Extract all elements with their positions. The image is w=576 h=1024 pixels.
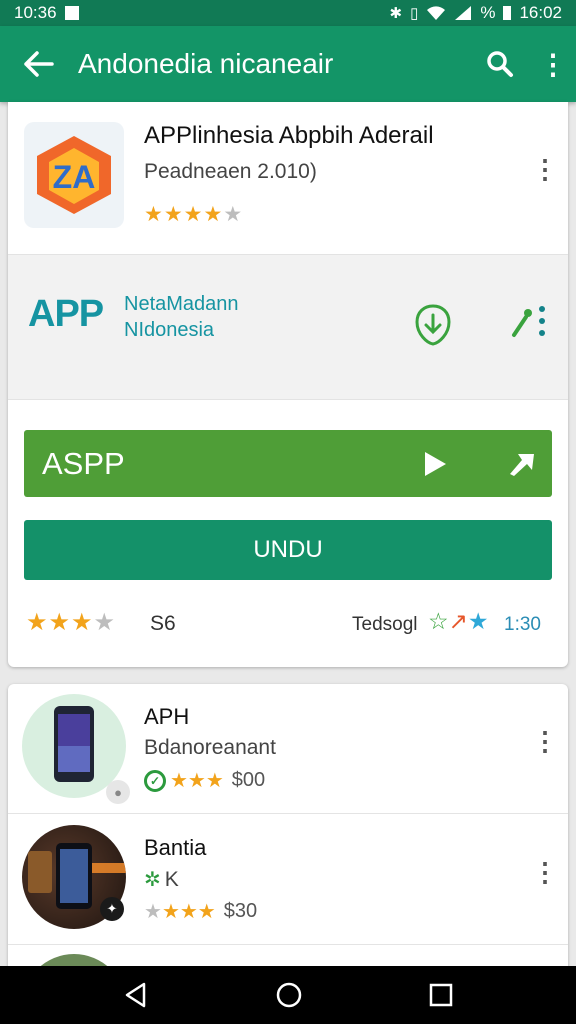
bluetooth-icon: ✱ [389, 5, 403, 22]
thumbnail-badge: ● [106, 780, 130, 804]
download-button[interactable]: UNDU [24, 520, 552, 580]
thumbnail-badge: ✦ [100, 897, 124, 921]
app-logo-icon: ZA [37, 136, 111, 214]
app-icon: ZA [24, 122, 124, 228]
status-time: 10:36 [14, 3, 57, 22]
search-icon [487, 51, 513, 77]
download-button-label: UNDU [253, 536, 323, 563]
search-button[interactable] [470, 26, 530, 102]
play-button[interactable]: ASPP [24, 430, 552, 497]
wifi-icon [427, 6, 446, 20]
more-vert-icon: ⋮ [539, 48, 567, 80]
signal-icon [455, 6, 472, 20]
status-clock: 16:02 [519, 3, 562, 22]
app-subtitle: Peadneaen 2.010) [144, 160, 317, 183]
list-item-subtitle: K [164, 867, 179, 891]
list-item-title: Bantia [144, 835, 207, 860]
more-button[interactable]: ⋮ [530, 26, 576, 102]
back-nav-icon[interactable] [122, 981, 150, 1009]
svg-text:ZA: ZA [53, 159, 96, 195]
app-banner[interactable]: APP NetaMadann NIdonesia [8, 254, 568, 400]
share-icon[interactable] [508, 301, 548, 341]
download-shield-icon[interactable] [412, 303, 454, 347]
list-item-more-button[interactable]: ⋮ [532, 857, 558, 888]
battery-icon [503, 6, 512, 20]
list-item-subtitle-row: ✲ K [144, 867, 179, 892]
app-title: APPlinhesia Abpbih Aderail [144, 122, 434, 149]
play-button-label: ASPP [42, 446, 125, 481]
rating-stars: ★★★★ [26, 609, 117, 636]
rating-row: ★★★★ S6 Tedsogl ☆↗★ 1:30 [8, 602, 568, 642]
featured-header[interactable]: ZA APPlinhesia Abpbih Aderail Peadneaen … [8, 102, 568, 252]
list-item-price: $30 [223, 900, 258, 922]
app-rating-stars: ★★★★★ [144, 203, 244, 226]
forward-icon [510, 454, 534, 476]
vibrate-icon: ▯ [410, 5, 419, 22]
banner-line-2: NIdonesia [124, 319, 215, 341]
leaf-icon: ✲ [144, 869, 161, 891]
home-nav-icon[interactable] [275, 981, 303, 1009]
app-more-button[interactable]: ⋮ [532, 154, 558, 185]
list-item-more-button[interactable]: ⋮ [532, 726, 558, 757]
list-item-stars: ★★★★ [144, 901, 216, 923]
rating-label: Tedsogl [352, 614, 418, 635]
back-button[interactable] [0, 26, 78, 102]
list-item-price: $00 [231, 769, 266, 791]
list-item-subtitle: Bdanoreanant [144, 736, 276, 759]
list-item-stars: ★★★ [170, 770, 224, 792]
list-item-meta: ★★★★ $30 [144, 899, 257, 924]
notification-icon [64, 6, 79, 20]
app-bar: Andonedia nicaneair ⋮ [0, 26, 576, 102]
banner-line-1: NetaMadann [124, 293, 239, 315]
app-list-card: ● APH Bdanoreanant ✓ ★★★ $00 ⋮ ✦ Bantia … [8, 684, 568, 974]
arrow-left-icon [24, 51, 54, 77]
featured-app-card: ZA APPlinhesia Abpbih Aderail Peadneaen … [8, 102, 568, 667]
banner-logo: APP [28, 293, 104, 335]
battery-indicator: % [480, 3, 496, 22]
recents-nav-icon[interactable] [428, 982, 454, 1008]
play-icon [425, 452, 446, 476]
rating-icons: ☆↗★ [428, 608, 489, 634]
rating-number: 1:30 [504, 614, 541, 635]
list-item-meta: ✓ ★★★ $00 [144, 768, 265, 793]
list-item[interactable]: ✦ Bantia ✲ K ★★★★ $30 ⋮ [8, 815, 568, 945]
system-nav-bar [0, 966, 576, 1024]
list-item-title: APH [144, 704, 190, 729]
verified-icon: ✓ [144, 769, 166, 792]
list-item[interactable]: ● APH Bdanoreanant ✓ ★★★ $00 ⋮ [8, 684, 568, 814]
rating-count: S6 [150, 612, 176, 635]
page-title: Andonedia nicaneair [78, 48, 334, 79]
status-bar: 10:36 ✱ ▯ % 16:02 [0, 0, 576, 26]
